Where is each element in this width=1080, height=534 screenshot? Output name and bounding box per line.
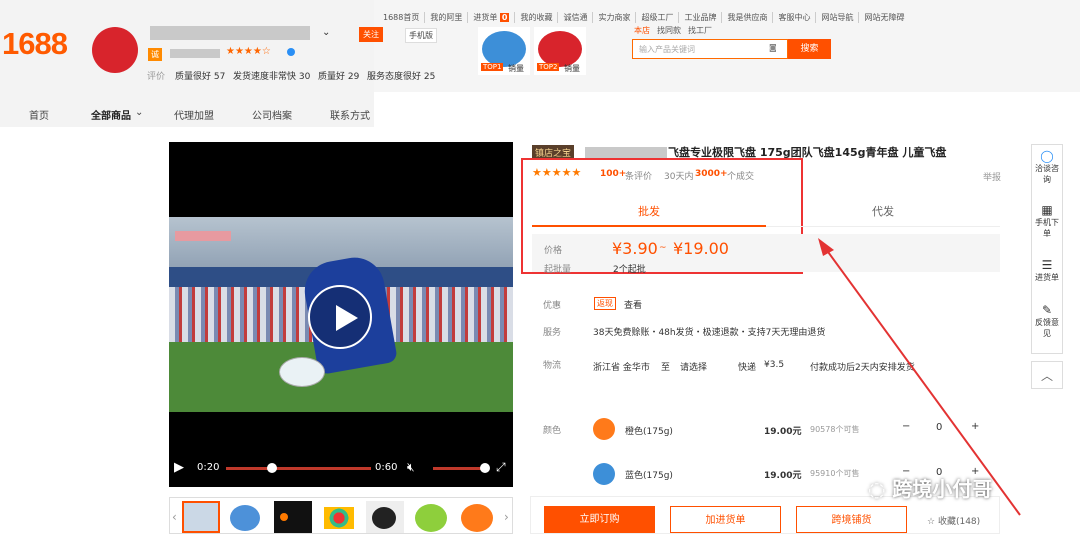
watermark: ◌ 跨境小付哥 (868, 473, 992, 502)
watermark-text: 跨境小付哥 (892, 477, 993, 501)
wechat-icon: ◌ (868, 477, 886, 501)
annotation-arrow (818, 238, 1021, 516)
